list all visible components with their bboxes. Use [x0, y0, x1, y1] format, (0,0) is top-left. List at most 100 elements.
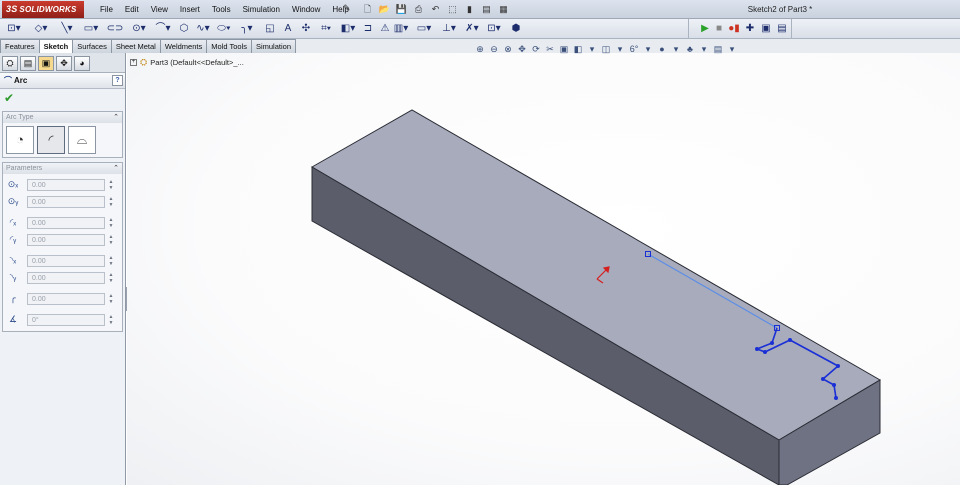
- spinner-icon[interactable]: ▲ ▼: [107, 314, 115, 326]
- display-style-icon[interactable]: ▾: [586, 43, 598, 55]
- section-view-icon[interactable]: ✂: [544, 43, 556, 55]
- dimxpert-tab-icon[interactable]: ✥: [56, 56, 72, 71]
- zoom-to-fit-icon[interactable]: ⊕: [474, 43, 486, 55]
- mirror-entities-icon[interactable]: ⚠: [378, 21, 392, 37]
- start-x-field[interactable]: 0.00: [27, 216, 105, 229]
- sketch-vertex[interactable]: [832, 383, 836, 387]
- edit-appearance-icon[interactable]: ▾: [614, 43, 626, 55]
- scene-dropdown-icon[interactable]: ▾: [642, 43, 654, 55]
- edit-macro-icon[interactable]: ▣: [759, 21, 773, 37]
- property-manager-tab-icon[interactable]: ▤: [20, 56, 36, 71]
- ambient-occlusion-icon[interactable]: ♣: [684, 43, 696, 55]
- menu-simulation[interactable]: Simulation: [237, 0, 286, 19]
- feature-tree-item[interactable]: Part3 (Default<<Default>_...: [150, 58, 244, 67]
- run-macro-icon[interactable]: ▶: [699, 21, 711, 37]
- sketch-vertex[interactable]: [763, 350, 767, 354]
- spline-tool-icon[interactable]: ∿▾: [194, 21, 212, 37]
- undo-icon[interactable]: ↶: [428, 2, 443, 17]
- open-icon[interactable]: 📂: [377, 2, 392, 17]
- text-tool-icon[interactable]: A: [280, 21, 296, 37]
- spinner-icon[interactable]: ▲ ▼: [107, 255, 115, 267]
- offset-entities-icon[interactable]: ⊐: [360, 21, 376, 37]
- pan-icon[interactable]: ✥: [516, 43, 528, 55]
- center-x-field[interactable]: 0.00: [27, 178, 105, 191]
- sketch-vertex[interactable]: [788, 338, 792, 342]
- tab-weldments[interactable]: Weldments: [159, 39, 208, 53]
- customize-macro-icon[interactable]: ▤: [775, 21, 789, 37]
- new-macro-icon[interactable]: ✚: [743, 21, 757, 37]
- center-point-arc-button[interactable]: ◔: [6, 126, 34, 154]
- menu-insert[interactable]: Insert: [174, 0, 206, 19]
- angle-field[interactable]: 0°: [27, 313, 105, 326]
- view-settings-icon[interactable]: ▾: [698, 43, 710, 55]
- spinner-icon[interactable]: ▲ ▼: [107, 272, 115, 284]
- three-point-arc-button[interactable]: ⌓: [68, 126, 96, 154]
- realview-icon[interactable]: ●: [656, 43, 668, 55]
- ellipse-tool-icon[interactable]: ⬭▾: [214, 21, 234, 37]
- slot-tool-icon[interactable]: ⊂⊃: [104, 21, 126, 37]
- dynamic-annotation-icon[interactable]: ▣: [558, 43, 570, 55]
- pattern-icon[interactable]: ▥▾: [392, 21, 410, 37]
- collapse-chevron-icon[interactable]: ⌃: [113, 112, 119, 123]
- sketch-vertex[interactable]: [821, 377, 825, 381]
- relations-icon[interactable]: ⊥▾: [438, 21, 460, 37]
- rotate-icon[interactable]: ⟳: [530, 43, 542, 55]
- menu-help[interactable]: Help: [326, 0, 354, 19]
- shadows-icon[interactable]: ▾: [670, 43, 682, 55]
- spinner-icon[interactable]: ▲ ▼: [107, 179, 115, 191]
- rebuild-icon[interactable]: ▮: [462, 2, 477, 17]
- sketch-vertex[interactable]: [834, 396, 838, 400]
- pin-menu-icon[interactable]: ✎: [343, 3, 351, 14]
- file-properties-icon[interactable]: ▤: [479, 2, 494, 17]
- convert-entities-icon[interactable]: ◧▾: [338, 21, 358, 37]
- spinner-icon[interactable]: ▲ ▼: [107, 217, 115, 229]
- move-entities-icon[interactable]: ▭▾: [414, 21, 434, 37]
- menu-file[interactable]: File: [94, 0, 119, 19]
- view-orientation-icon[interactable]: ◧: [572, 43, 584, 55]
- menu-view[interactable]: View: [145, 0, 174, 19]
- spinner-icon[interactable]: ▲ ▼: [107, 234, 115, 246]
- point-tool-icon[interactable]: ✣: [298, 21, 314, 37]
- sketch-tool-icon[interactable]: ⊡▾: [4, 21, 24, 37]
- tab-mold-tools[interactable]: Mold Tools: [206, 39, 252, 53]
- new-document-icon[interactable]: 🗋: [360, 2, 375, 17]
- menu-edit[interactable]: Edit: [119, 0, 145, 19]
- configuration-manager-tab-icon[interactable]: ▣: [38, 56, 54, 71]
- start-y-field[interactable]: 0.00: [27, 233, 105, 246]
- stop-macro-icon[interactable]: ■: [713, 21, 725, 37]
- center-y-field[interactable]: 0.00: [27, 195, 105, 208]
- end-y-field[interactable]: 0.00: [27, 271, 105, 284]
- rapid-sketch-icon[interactable]: ⬢: [508, 21, 524, 37]
- tangent-arc-button[interactable]: ◜: [37, 126, 65, 154]
- arc-tool-icon[interactable]: ⌒▾: [152, 21, 174, 37]
- collapse-chevron-icon[interactable]: ⌃: [113, 163, 119, 174]
- zoom-to-area-icon[interactable]: ⊖: [488, 43, 500, 55]
- tab-sketch[interactable]: Sketch: [38, 39, 74, 53]
- end-x-field[interactable]: 0.00: [27, 254, 105, 267]
- quick-snaps-icon[interactable]: ⊡▾: [484, 21, 504, 37]
- apply-scene-icon[interactable]: 6°: [628, 43, 640, 55]
- sketch-vertex[interactable]: [755, 347, 759, 351]
- view-dropdown-icon[interactable]: ▤: [712, 43, 724, 55]
- menu-tools[interactable]: Tools: [206, 0, 237, 19]
- ok-button[interactable]: ✔: [0, 89, 125, 107]
- fillet-tool-icon[interactable]: ╮▾: [236, 21, 258, 37]
- options-icon[interactable]: ▦: [496, 2, 511, 17]
- polygon-tool-icon[interactable]: ⬡: [176, 21, 192, 37]
- tab-surfaces[interactable]: Surfaces: [72, 39, 112, 53]
- circle-tool-icon[interactable]: ⊙▾: [128, 21, 150, 37]
- display-manager-tab-icon[interactable]: ◕: [74, 56, 90, 71]
- line-tool-icon[interactable]: ╲▾: [56, 21, 78, 37]
- hide-show-items-icon[interactable]: ◫: [600, 43, 612, 55]
- tab-sheet-metal[interactable]: Sheet Metal: [110, 39, 161, 53]
- feature-manager-tab-icon[interactable]: ⛭: [2, 56, 18, 71]
- graphics-area[interactable]: [127, 53, 960, 485]
- expand-icon[interactable]: +: [130, 59, 137, 66]
- previous-view-icon[interactable]: ⊗: [502, 43, 514, 55]
- feature-tree-flyout[interactable]: + ⛭ Part3 (Default<<Default>_...: [130, 57, 244, 68]
- parameters-header[interactable]: Parameters ⌃: [3, 163, 122, 174]
- sketch-vertex[interactable]: [770, 341, 774, 345]
- block-top-face[interactable]: [310, 109, 881, 441]
- repair-sketch-icon[interactable]: ✗▾: [462, 21, 482, 37]
- select-icon[interactable]: ⬚: [445, 2, 460, 17]
